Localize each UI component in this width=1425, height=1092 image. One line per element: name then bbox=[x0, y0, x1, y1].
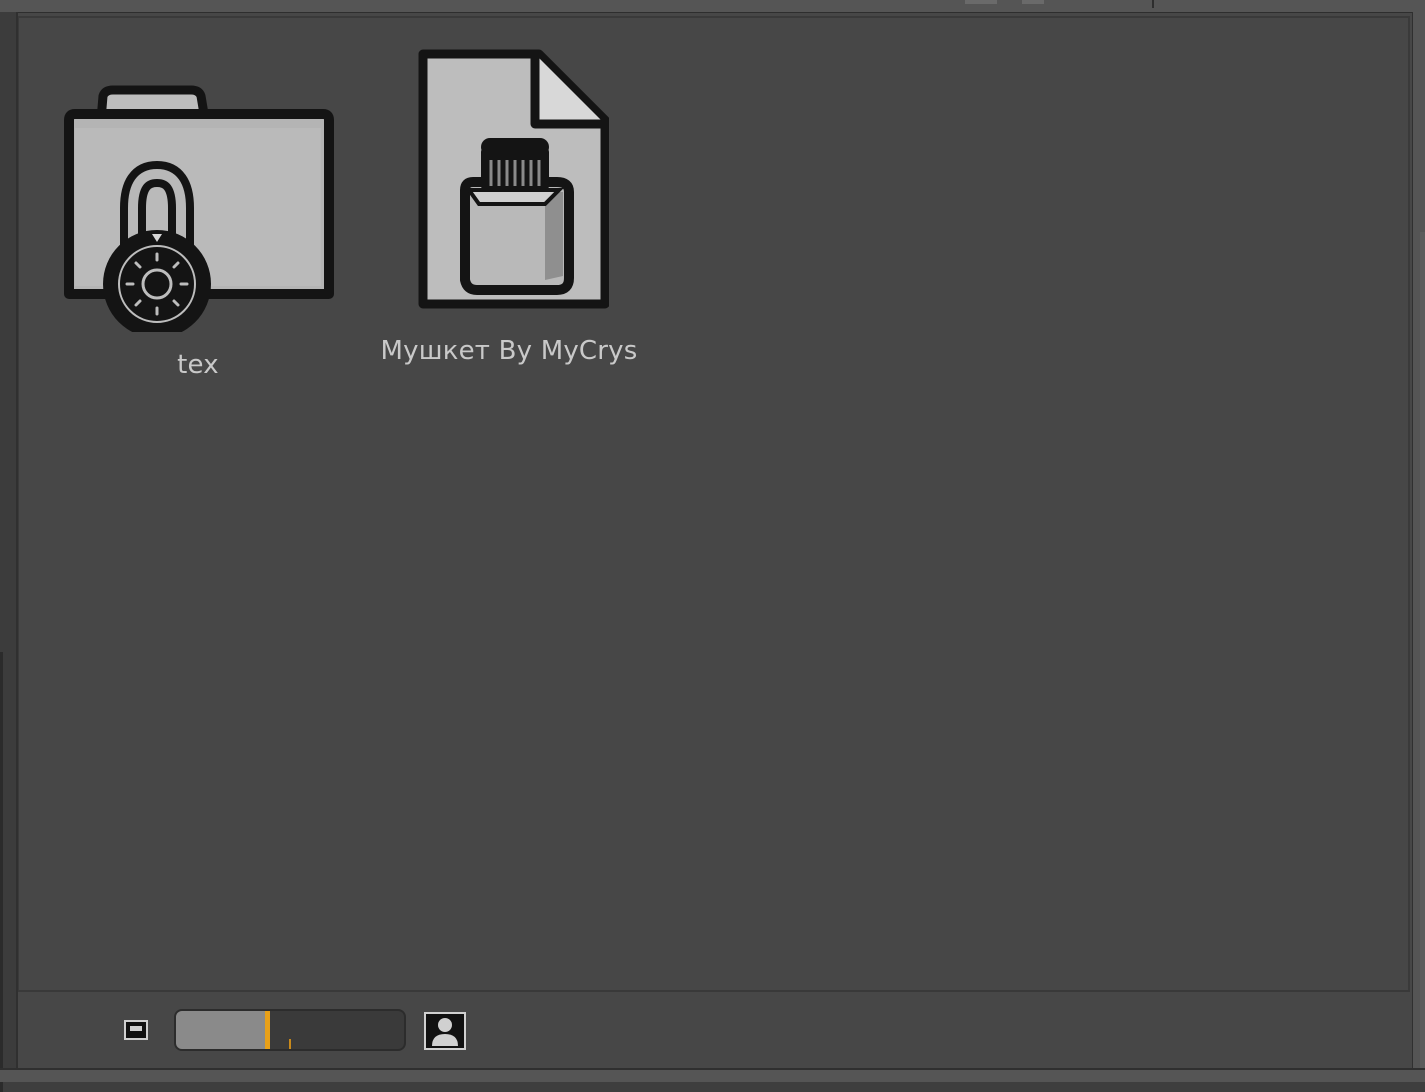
slider-thumb[interactable] bbox=[265, 1011, 270, 1049]
right-panel-edge bbox=[1412, 12, 1425, 1080]
asset-grid: tex Мушкет By MyCrys bbox=[18, 16, 1410, 990]
slider-fill bbox=[176, 1011, 267, 1049]
material-bottle-file-icon bbox=[418, 49, 609, 309]
asset-name-label: Мушкет By MyCrys bbox=[380, 336, 638, 366]
toolbar-fragment bbox=[1022, 0, 1044, 4]
asset-name-label: tex bbox=[177, 350, 219, 380]
scrollbar[interactable] bbox=[1420, 232, 1425, 1072]
asset-browser-window: tex Мушкет By MyCrys bbox=[0, 0, 1425, 1092]
thumbnail-size-bar bbox=[18, 990, 1410, 1070]
large-thumbnail-icon[interactable] bbox=[424, 1012, 466, 1050]
left-panel-edge bbox=[0, 12, 18, 1092]
asset-item-folder[interactable]: tex bbox=[43, 68, 353, 380]
locked-folder-icon bbox=[64, 85, 334, 332]
slider-tick bbox=[289, 1039, 291, 1049]
top-toolbar-strip bbox=[0, 0, 1425, 13]
asset-item-material[interactable]: Мушкет By MyCrys bbox=[369, 48, 649, 366]
thumbnail-size-slider[interactable] bbox=[174, 1009, 406, 1051]
left-panel-border bbox=[0, 652, 3, 1092]
toolbar-fragment bbox=[965, 0, 997, 4]
small-thumbnail-icon[interactable] bbox=[124, 1018, 148, 1042]
toolbar-divider bbox=[1152, 0, 1154, 8]
